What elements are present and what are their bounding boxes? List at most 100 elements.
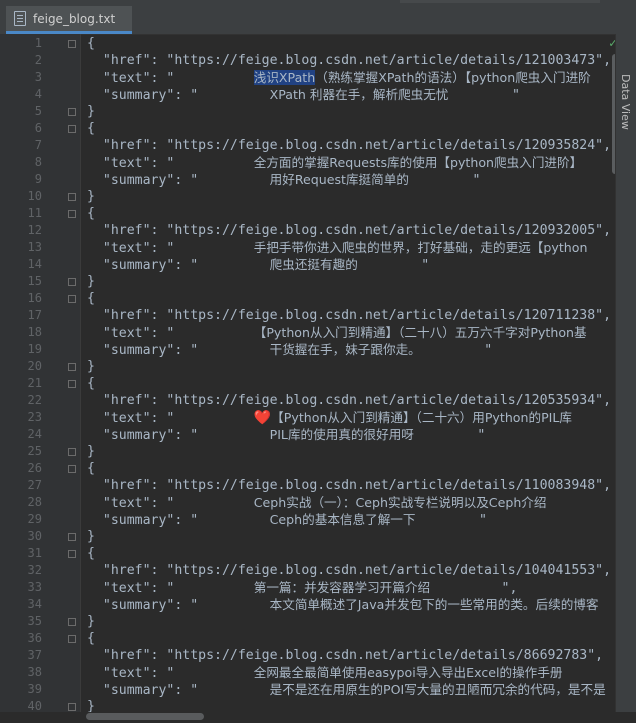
tab-feige-blog[interactable]: feige_blog.txt	[6, 6, 132, 34]
fold-close-icon[interactable]	[68, 108, 76, 116]
code-token: "href": "	[87, 138, 175, 153]
code-line-open-brace: {	[87, 35, 95, 52]
fold-close-icon[interactable]	[68, 618, 76, 626]
code-token: }	[87, 444, 95, 459]
text-value: 全网最全最简单使用easypoi导入导出Excel的操作手册	[253, 665, 563, 680]
code-token: }	[87, 189, 95, 204]
code-line-text: "text": " Ceph实战（一）：Ceph实战专栏说明以及Ceph介绍	[87, 494, 547, 512]
href-value: https://feige.blog.csdn.net/article/deta…	[174, 478, 596, 493]
code-line-text: "text": " 【Python从入门到精通】（二十八）五万六千字对Pytho…	[87, 324, 587, 342]
code-token: {	[87, 206, 95, 221]
line-number: 13	[27, 240, 42, 254]
code-token: "text": "	[87, 326, 254, 341]
code-line-close-brace: }	[87, 613, 95, 630]
code-token: "summary": "	[87, 173, 270, 188]
line-number: 35	[27, 614, 42, 628]
code-line-text: "text": " 浅识XPath（熟练掌握XPath的语法）【python爬虫…	[87, 69, 591, 87]
code-line-close-brace: }	[87, 103, 95, 120]
code-line-open-brace: {	[87, 460, 95, 477]
heart-emoji-icon: ❤️	[253, 410, 272, 426]
code-line-close-brace: }	[87, 698, 95, 712]
code-token: "href": "	[87, 393, 175, 408]
code-token: "summary": "	[87, 258, 270, 273]
code-token: {	[87, 291, 95, 306]
code-line-open-brace: {	[87, 205, 95, 222]
summary-value: XPath 利器在手，解析爬虫无忧	[269, 87, 449, 102]
code-token: "	[598, 598, 616, 613]
code-editor[interactable]: { "href": "https://feige.blog.csdn.net/a…	[81, 34, 616, 712]
fold-open-icon[interactable]	[68, 295, 76, 303]
code-line-summary: "summary": " PIL库的使用真的很好用呀 "	[87, 426, 485, 444]
code-token: "text": "	[87, 411, 254, 426]
href-value: https://feige.blog.csdn.net/article/deta…	[174, 138, 596, 153]
code-token: "href": "	[87, 308, 175, 323]
code-line-open-brace: {	[87, 375, 95, 392]
fold-close-icon[interactable]	[68, 533, 76, 541]
code-line-text: "text": " 全方面的掌握Requests库的使用【python爬虫入门进…	[87, 154, 582, 172]
fold-open-icon[interactable]	[68, 125, 76, 133]
fold-open-icon[interactable]	[68, 40, 76, 48]
horizontal-scrollbar[interactable]	[86, 713, 204, 720]
code-token: "summary": "	[87, 598, 270, 613]
code-token: "summary": "	[87, 513, 270, 528]
fold-open-icon[interactable]	[68, 210, 76, 218]
fold-close-icon[interactable]	[68, 363, 76, 371]
line-number: 11	[27, 206, 42, 220]
line-number: 4	[34, 87, 42, 101]
data-view-tool-button[interactable]: Data View	[619, 74, 632, 130]
code-token: ",	[595, 563, 612, 578]
text-file-icon	[14, 11, 26, 26]
code-line-summary: "summary": " XPath 利器在手，解析爬虫无忧 "	[87, 86, 520, 104]
code-token: {	[87, 36, 95, 51]
code-line-href: "href": "https://feige.blog.csdn.net/art…	[87, 562, 611, 579]
summary-value: 是不是还在用原生的POI写大量的丑陋而冗余的代码，是不是	[269, 682, 606, 697]
line-number-gutter[interactable]: 1 2 3 4 5 6 7 8 9 10 11 12 13 14 15 16 17 18 19 20 21 22 23 24 2…	[0, 34, 81, 713]
summary-value: 爬虫还挺有趣的	[269, 257, 358, 272]
code-token: "	[420, 343, 493, 358]
fold-close-icon[interactable]	[68, 278, 76, 286]
code-line-text: "text": " 全网最全最简单使用easypoi导入导出Excel的操作手册	[87, 664, 563, 682]
fold-close-icon[interactable]	[68, 703, 76, 711]
code-token: "summary": "	[87, 683, 270, 698]
code-line-href: "href": "https://feige.blog.csdn.net/art…	[87, 392, 611, 409]
code-token: "	[357, 258, 430, 273]
fold-open-icon[interactable]	[68, 465, 76, 473]
fold-close-icon[interactable]	[68, 193, 76, 201]
line-number: 5	[34, 104, 42, 118]
line-number: 33	[27, 580, 42, 594]
fold-close-icon[interactable]	[68, 448, 76, 456]
line-number: 20	[27, 359, 42, 373]
line-number: 18	[27, 325, 42, 339]
line-number: 39	[27, 682, 42, 696]
code-token: "text": "	[87, 241, 254, 256]
code-token: {	[87, 461, 95, 476]
line-number: 8	[34, 155, 42, 169]
code-line-href: "href": "https://feige.blog.csdn.net/art…	[87, 647, 603, 664]
line-number: 9	[34, 172, 42, 186]
code-token: "text": "	[87, 581, 254, 596]
fold-open-icon[interactable]	[68, 635, 76, 643]
line-number: 21	[27, 376, 42, 390]
fold-open-icon[interactable]	[68, 550, 76, 558]
line-number: 22	[27, 393, 42, 407]
code-token: }	[87, 614, 95, 629]
line-number: 30	[27, 529, 42, 543]
line-number: 6	[34, 121, 42, 135]
text-value: 【Python从入门到精通】（二十八）五万六千字对Python基	[253, 325, 587, 340]
code-token: ",	[595, 223, 612, 238]
code-token: {	[87, 376, 95, 391]
code-token: "	[415, 513, 487, 528]
code-line-close-brace: }	[87, 528, 95, 545]
href-value: https://feige.blog.csdn.net/article/deta…	[174, 648, 588, 663]
summary-value: PIL库的使用真的很好用呀	[269, 427, 414, 442]
summary-value: 本文简单概述了Java并发包下的一些常用的类。后续的博客	[269, 597, 599, 612]
fold-open-icon[interactable]	[68, 380, 76, 388]
code-line-close-brace: }	[87, 188, 95, 205]
code-token: }	[87, 359, 95, 374]
text-value: 手把手带你进入爬虫的世界，打好基础，走的更远【python	[253, 240, 588, 255]
code-line-summary: "summary": " 是不是还在用原生的POI写大量的丑陋而冗余的代码，是不…	[87, 681, 616, 699]
line-number: 38	[27, 665, 42, 679]
line-number: 7	[34, 138, 42, 152]
line-number: 40	[27, 699, 42, 713]
code-line-href: "href": "https://feige.blog.csdn.net/art…	[87, 477, 611, 494]
